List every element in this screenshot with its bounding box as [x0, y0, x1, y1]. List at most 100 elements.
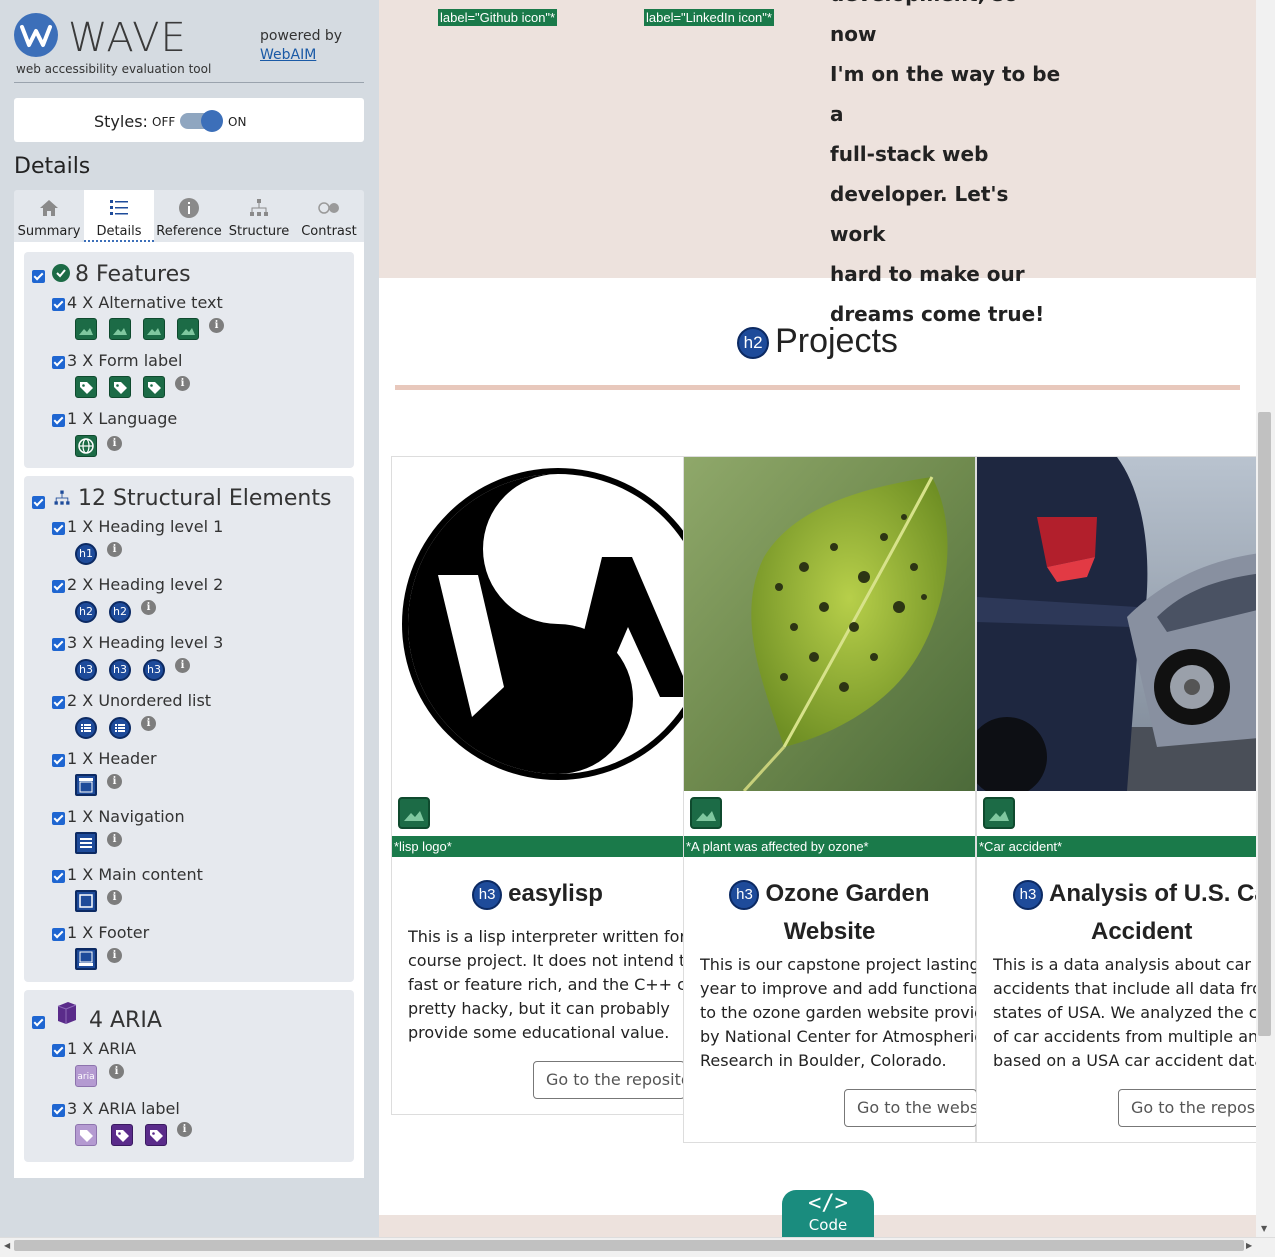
tag-icon[interactable] [143, 376, 165, 398]
navigation-region-icon[interactable] [75, 832, 97, 854]
list-icon [110, 200, 128, 215]
description-line: This is our capstone project lasting fo [700, 955, 977, 974]
header-region-icon[interactable] [75, 774, 97, 796]
description-line: by National Center for Atmospheric [700, 1027, 977, 1046]
alt-text-image-icon[interactable] [983, 797, 1015, 829]
code-tab[interactable]: </> Code [782, 1190, 874, 1237]
ul-label: 2 X Unordered list [67, 691, 212, 710]
scroll-right-arrow-icon[interactable]: ▶ [1246, 1241, 1252, 1250]
aria-tag-icon[interactable] [145, 1124, 167, 1146]
info-icon[interactable]: i [107, 948, 122, 963]
info-icon[interactable]: i [107, 774, 122, 789]
tab-contrast[interactable]: Contrast [294, 190, 364, 242]
card-title: h3 easylisp [392, 875, 683, 913]
ul-checkbox[interactable] [52, 696, 65, 709]
footer-checkbox[interactable] [52, 928, 65, 941]
alt-text-image-icon[interactable] [75, 318, 97, 340]
info-icon[interactable]: i [141, 600, 156, 615]
vertical-scrollbar-thumb[interactable] [1258, 412, 1271, 1036]
info-icon[interactable]: i [107, 832, 122, 847]
description-line: Research in Boulder, Colorado. [700, 1051, 947, 1070]
h3-icon[interactable]: h3 [729, 879, 760, 910]
lisp-logo-image [392, 457, 683, 791]
aria-item-checkbox[interactable] [52, 1044, 65, 1057]
structural-checkbox[interactable] [32, 496, 45, 509]
aria-tag-icon[interactable] [111, 1124, 133, 1146]
alt-text-checkbox[interactable] [52, 298, 65, 311]
description-line: pretty hacky, but it can probably [408, 999, 670, 1018]
aria-cube-icon [57, 1002, 77, 1024]
tab-reference[interactable]: Reference [154, 190, 224, 242]
project-card: *Car accident* h3 Analysis of U.S. Ca Acc… [976, 456, 1256, 1143]
h3-icon[interactable]: h3 [472, 879, 503, 910]
info-icon[interactable]: i [141, 716, 156, 731]
header-checkbox[interactable] [52, 754, 65, 767]
repository-button[interactable]: Go to the repository [1118, 1089, 1256, 1127]
info-icon[interactable]: i [175, 658, 190, 673]
tag-icon[interactable] [75, 376, 97, 398]
footer-region-icon[interactable] [75, 948, 97, 970]
tab-summary[interactable]: Summary [14, 190, 84, 242]
h3-checkbox[interactable] [52, 638, 65, 651]
features-checkbox[interactable] [32, 270, 45, 283]
linkedin-aria-label: label="LinkedIn icon"* [644, 9, 774, 26]
alt-text-image-icon[interactable] [143, 318, 165, 340]
form-label-checkbox[interactable] [52, 356, 65, 369]
tag-icon[interactable] [109, 376, 131, 398]
tab-structure[interactable]: Structure [224, 190, 294, 242]
info-icon[interactable]: i [107, 542, 122, 557]
h3-icon[interactable]: h3 [109, 659, 131, 681]
description-line: states of USA. We analyzed the caus [993, 1003, 1256, 1022]
navigation-checkbox[interactable] [52, 812, 65, 825]
toggle-knob[interactable] [201, 110, 223, 132]
footer-label: 1 X Footer [67, 923, 150, 942]
info-icon[interactable]: i [175, 376, 190, 391]
info-icon[interactable]: i [107, 436, 122, 451]
h1-checkbox[interactable] [52, 522, 65, 535]
alt-text-image-icon[interactable] [177, 318, 199, 340]
styles-toggle[interactable] [180, 110, 223, 132]
info-icon[interactable]: i [177, 1122, 192, 1137]
webaim-link[interactable]: WebAIM [260, 47, 316, 63]
website-button[interactable]: Go to the website [844, 1089, 977, 1127]
info-icon[interactable]: i [109, 1064, 124, 1079]
alt-text-image-icon[interactable] [109, 318, 131, 340]
language-checkbox[interactable] [52, 414, 65, 427]
h2-icon[interactable]: h2 [75, 601, 97, 623]
tab-details[interactable]: Details [84, 190, 154, 242]
list-icon[interactable] [109, 717, 131, 739]
h1-icon[interactable]: h1 [75, 543, 97, 565]
main-checkbox[interactable] [52, 870, 65, 883]
aria-tag-icon[interactable] [75, 1124, 97, 1146]
projects-heading-text: Projects [775, 322, 898, 360]
features-group: 8 Features 4 X Alternative text i 3 X Fo… [24, 252, 354, 468]
alt-text-image-icon[interactable] [398, 797, 430, 829]
wave-logo: WAVE web accessibility evaluation tool p… [14, 13, 364, 83]
h3-icon[interactable]: h3 [75, 659, 97, 681]
h3-icon[interactable]: h3 [143, 659, 165, 681]
repository-button[interactable]: Go to the repository [533, 1061, 685, 1099]
contrast-icon [318, 202, 339, 214]
aria-checkbox[interactable] [32, 1016, 45, 1029]
features-title: 8 Features [75, 262, 191, 287]
aria-label-checkbox[interactable] [52, 1104, 65, 1117]
globe-icon[interactable] [75, 435, 97, 457]
scroll-left-arrow-icon[interactable]: ◀ [4, 1241, 10, 1250]
scroll-down-arrow-icon[interactable]: ▼ [1261, 1224, 1267, 1233]
horizontal-scrollbar-thumb[interactable] [14, 1240, 1244, 1251]
h2-icon[interactable]: h2 [737, 327, 770, 360]
h3-icon[interactable]: h3 [1013, 879, 1043, 910]
aria-icon[interactable]: aria [75, 1065, 97, 1087]
info-icon[interactable]: i [107, 890, 122, 905]
github-aria-label: label="Github icon"* [438, 9, 558, 26]
main-region-icon[interactable] [75, 890, 97, 912]
h2-checkbox[interactable] [52, 580, 65, 593]
list-icon[interactable] [75, 717, 97, 739]
check-circle-icon [52, 264, 70, 282]
hero-line: developer. Let's work [830, 182, 1009, 246]
info-icon[interactable]: i [209, 318, 224, 333]
alt-text-image-icon[interactable] [690, 797, 722, 829]
card-title-text: Ozone Garden [765, 880, 930, 907]
card-title: h3 Analysis of U.S. Ca Accident [977, 875, 1256, 951]
h2-icon[interactable]: h2 [109, 601, 131, 623]
